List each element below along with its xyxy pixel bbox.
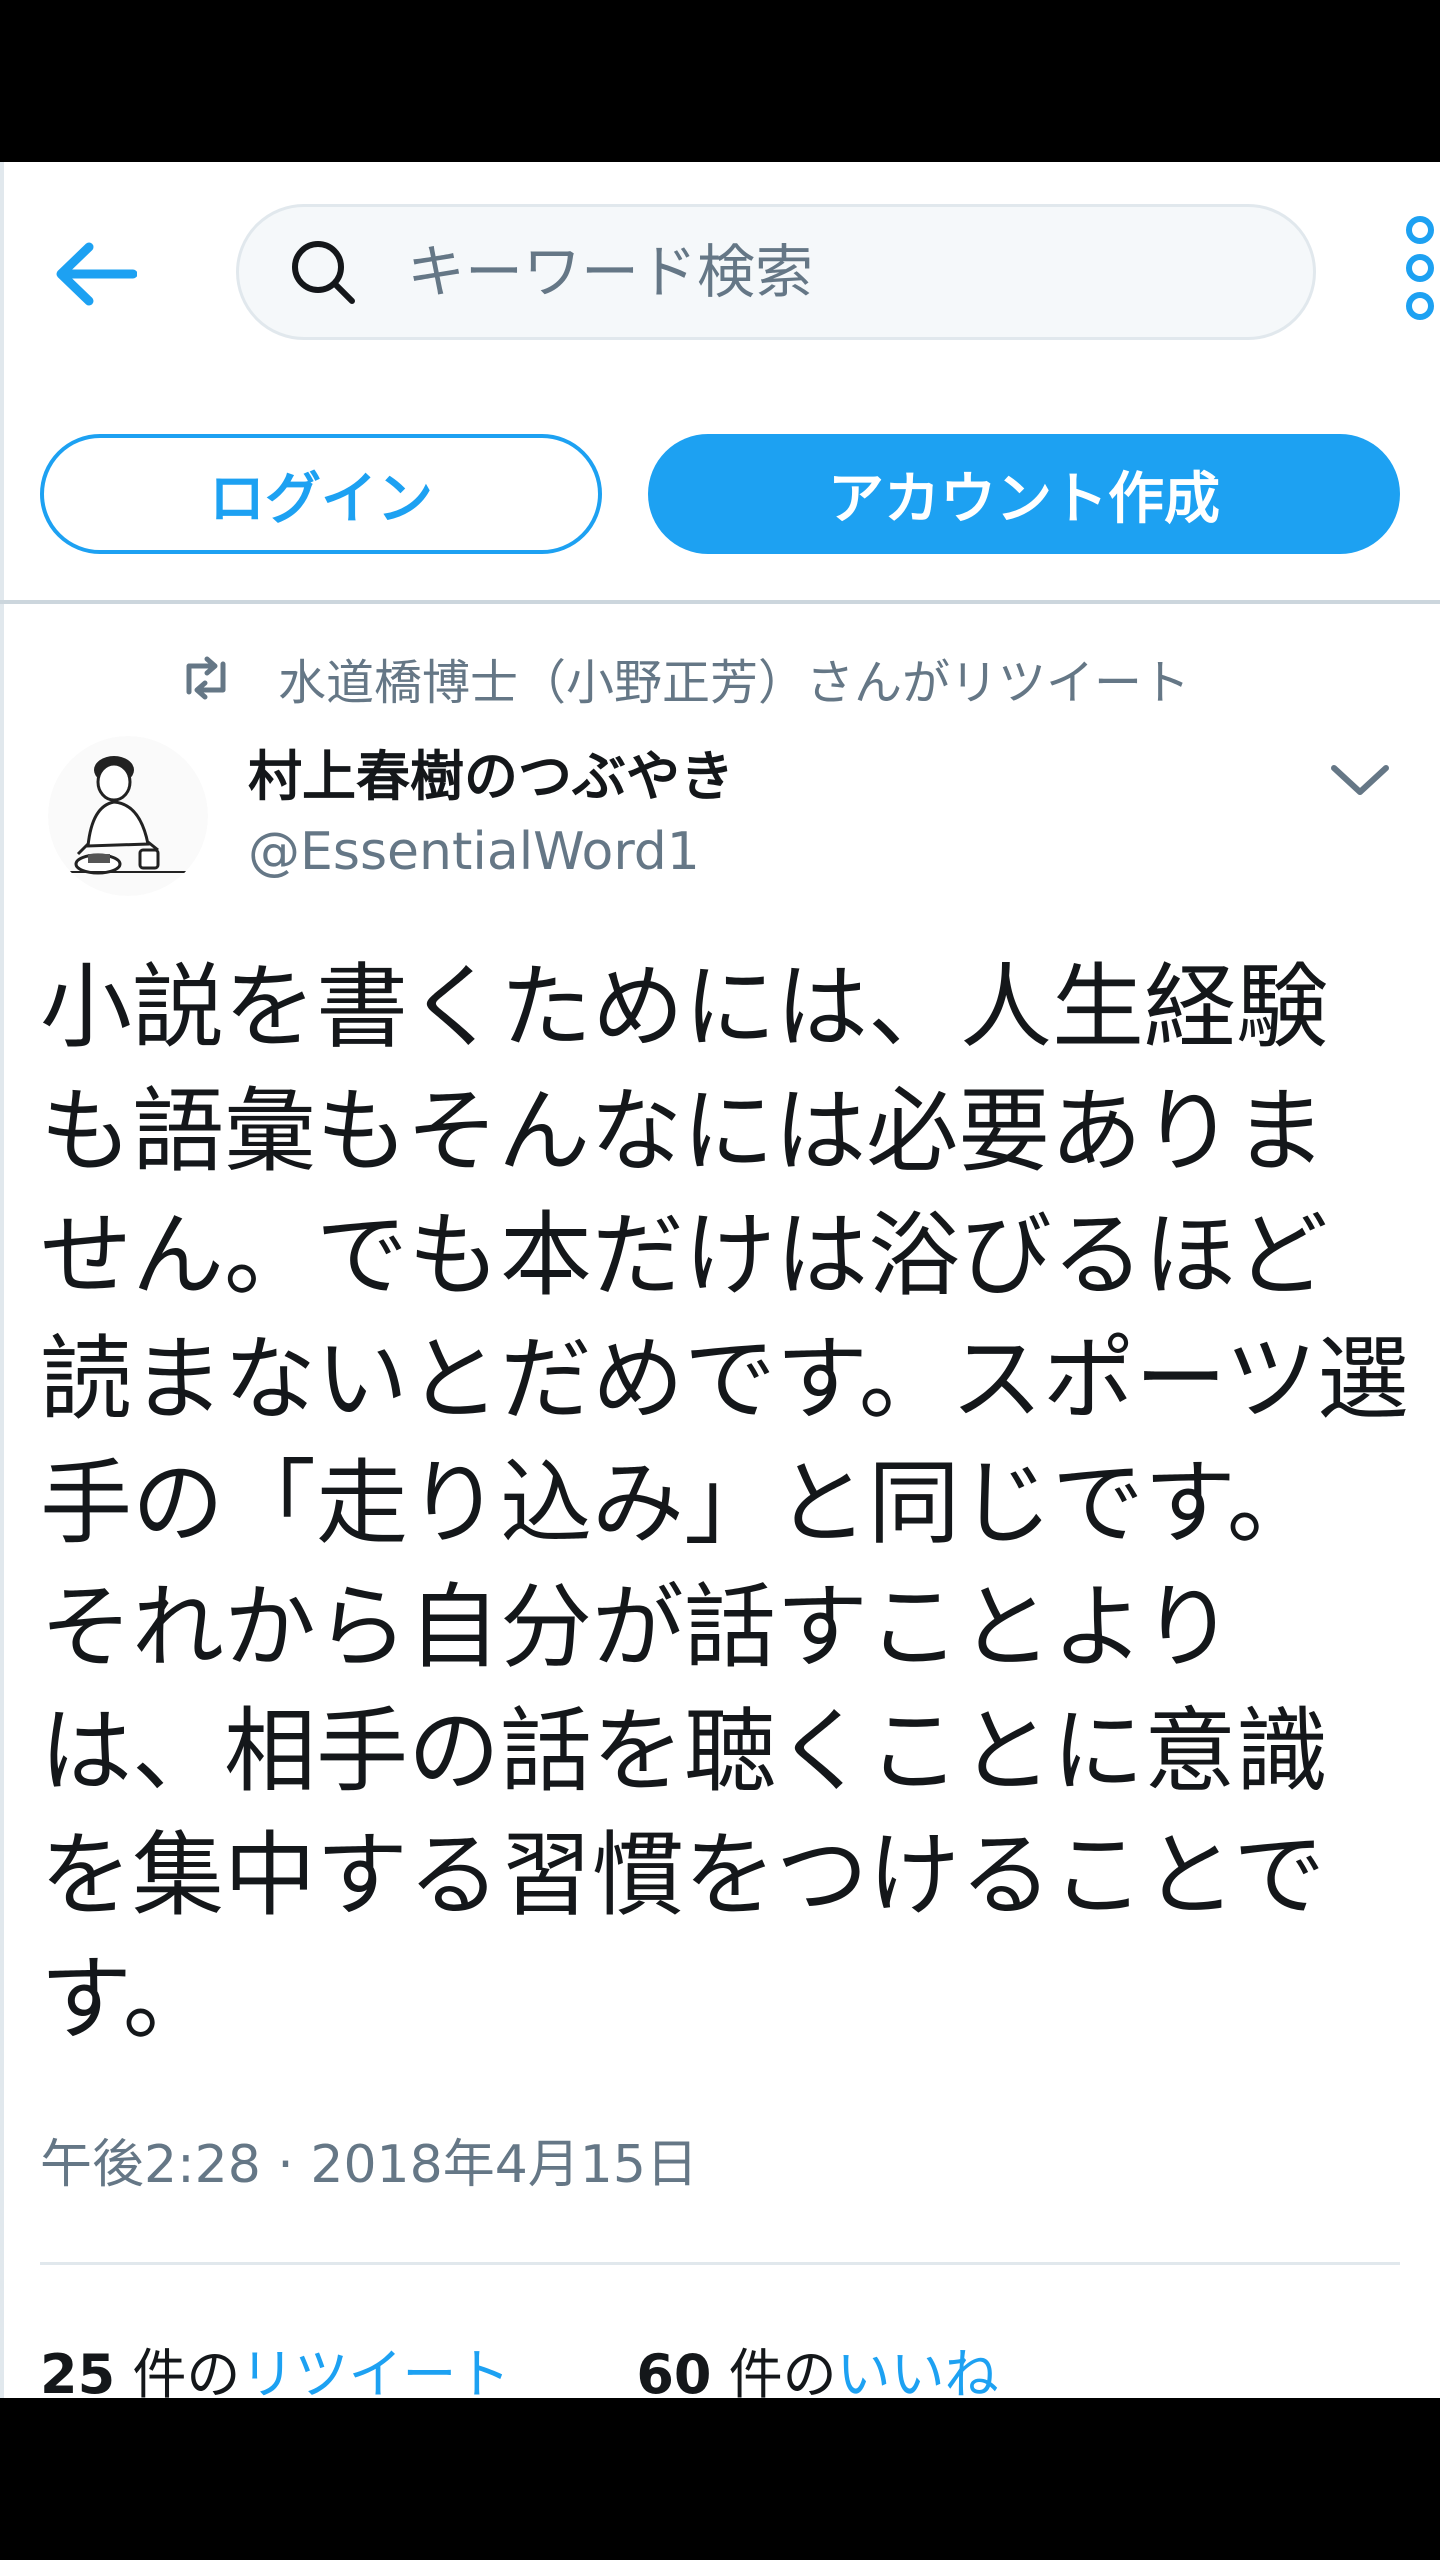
arrow-left-icon [56,242,137,306]
tweet-stats: 25 件のリツイート 60 件のいいね [40,2330,1125,2398]
retweets-stat[interactable]: 25 件のリツイート [40,2330,510,2398]
more-dot [1406,254,1434,282]
frame-edge [0,162,4,2398]
tweet-timestamp[interactable]: 午後2:28 · 2018年4月15日 [40,2122,698,2197]
header-divider [0,600,1440,604]
more-dot [1406,292,1434,320]
chevron-down-icon [1331,765,1389,795]
login-button[interactable]: ログイン [40,434,602,554]
retweet-icon [178,650,234,706]
status-bar-area [0,0,1440,162]
retweets-link[interactable]: リツイート [240,2343,510,2398]
likes-count: 60 [636,2343,712,2398]
likes-link[interactable]: いいね [837,2343,999,2398]
more-vertical-icon [1406,216,1434,244]
tweet-menu-button[interactable] [1318,742,1402,818]
stats-divider [40,2262,1400,2265]
retweets-count: 25 [40,2343,116,2398]
retweet-context-text: 水道橋博士（小野正芳）さんがリツイート [278,655,1191,711]
avatar-illustration [48,736,208,896]
signup-button[interactable]: アカウント作成 [648,434,1400,554]
twitter-mobile-screen: ログイン アカウント作成 水道橋博士（小野正芳）さんがリツイート 村上春樹のつぶ… [0,162,1440,2398]
user-display-name[interactable]: 村上春樹のつぶやき [248,732,734,811]
search-box[interactable] [236,204,1316,340]
retweet-context[interactable]: 水道橋博士（小野正芳）さんがリツイート [178,640,1190,716]
avatar[interactable] [48,736,208,896]
likes-stat[interactable]: 60 件のいいね [636,2330,998,2398]
tweet-text: 小説を書くためには、人生経験も語彙もそんなには必要ありません。でも本だけは浴びる… [40,954,1409,2053]
navigation-bar-area [0,2398,1440,2560]
search-icon [283,232,363,312]
retweets-unit: 件の [132,2343,241,2398]
back-button[interactable] [50,234,140,314]
user-handle[interactable]: @EssentialWord1 [248,822,700,882]
more-options-button[interactable] [1398,216,1440,326]
search-input[interactable] [407,238,1207,306]
likes-unit: 件の [728,2343,837,2398]
